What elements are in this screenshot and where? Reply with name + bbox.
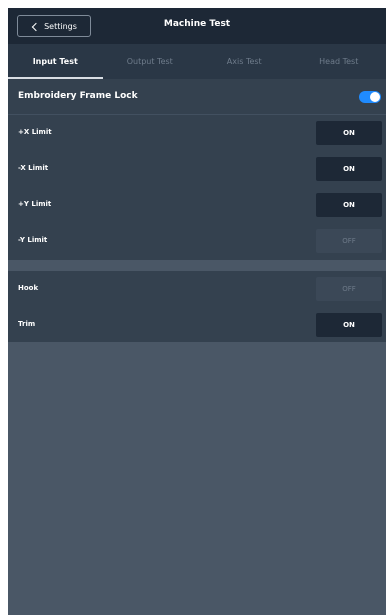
chevron-left-icon	[31, 22, 41, 31]
limit-state-button[interactable]: OFF	[316, 229, 382, 253]
hook-trim-section: Hook OFF Trim ON	[8, 271, 386, 342]
frame-lock-row: Embroidery Frame Lock	[8, 79, 386, 115]
tab-output-test[interactable]: Output Test	[103, 44, 198, 79]
trim-row: Trim ON	[8, 307, 386, 343]
hook-row: Hook OFF	[8, 271, 386, 307]
limit-label: +X Limit	[18, 128, 52, 136]
frame-lock-toggle[interactable]	[359, 91, 381, 103]
limit-row-plus-x: +X Limit ON	[8, 115, 386, 151]
trim-state-button[interactable]: ON	[316, 313, 382, 337]
limit-state-button[interactable]: ON	[316, 157, 382, 181]
hook-state-button[interactable]: OFF	[316, 277, 382, 301]
tab-bar: Input Test Output Test Axis Test Head Te…	[8, 44, 386, 79]
limit-label: +Y Limit	[18, 200, 52, 208]
tab-input-test[interactable]: Input Test	[8, 44, 103, 79]
toggle-knob	[370, 92, 380, 102]
limit-label: -X Limit	[18, 164, 49, 172]
limit-row-plus-y: +Y Limit ON	[8, 187, 386, 223]
limit-row-minus-x: -X Limit ON	[8, 151, 386, 187]
limit-label: -Y Limit	[18, 236, 48, 244]
tab-axis-test[interactable]: Axis Test	[197, 44, 292, 79]
machine-test-screen: Settings Machine Test Input Test Output …	[8, 8, 386, 615]
frame-lock-label: Embroidery Frame Lock	[18, 91, 138, 101]
tab-head-test[interactable]: Head Test	[292, 44, 386, 79]
back-button-label: Settings	[44, 21, 77, 31]
trim-label: Trim	[18, 320, 36, 328]
limit-state-button[interactable]: ON	[316, 121, 382, 145]
limit-row-minus-y: -Y Limit OFF	[8, 223, 386, 259]
hook-label: Hook	[18, 284, 39, 292]
limit-state-button[interactable]: ON	[316, 193, 382, 217]
limits-section: Embroidery Frame Lock +X Limit ON -X Lim…	[8, 79, 386, 260]
back-button[interactable]: Settings	[17, 15, 91, 37]
header-bar: Settings Machine Test	[8, 8, 386, 44]
